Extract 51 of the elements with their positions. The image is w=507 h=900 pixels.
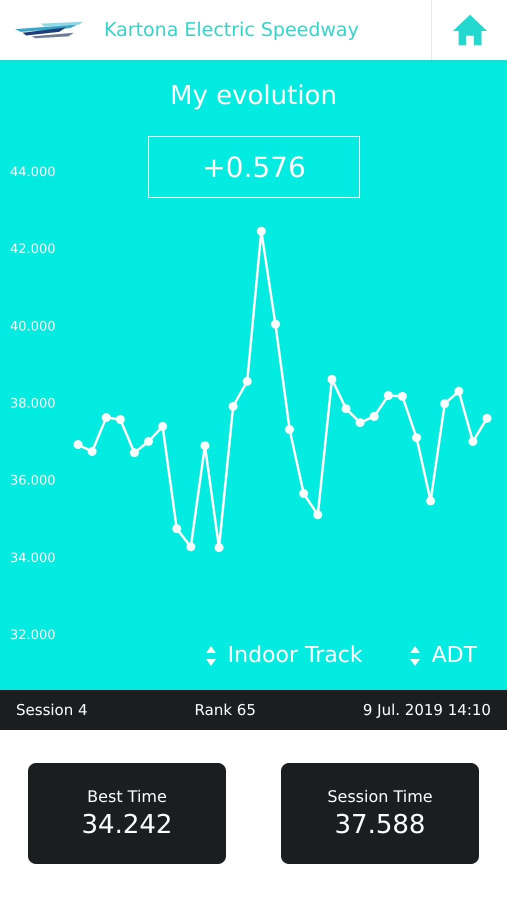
- data-point: [370, 412, 379, 421]
- data-point: [299, 489, 308, 498]
- data-point: [186, 542, 196, 552]
- data-point: [130, 448, 139, 458]
- sort-icon: [408, 644, 421, 666]
- card-label: Best Time: [87, 787, 167, 806]
- axis-tick-label: 36.000: [10, 474, 56, 489]
- axis-tick-label: 44.000: [10, 165, 56, 180]
- card-value: 34.242: [82, 810, 172, 840]
- data-point: [116, 414, 125, 424]
- data-point: [384, 391, 393, 400]
- axis-tick-label: 42.000: [10, 242, 56, 258]
- data-point: [440, 399, 450, 408]
- axis-tick-label: 32.000: [10, 628, 56, 643]
- data-point: [256, 226, 266, 236]
- session-label: Session 4: [16, 701, 88, 719]
- data-point: [144, 436, 154, 446]
- data-point: [398, 392, 407, 401]
- data-point: [341, 404, 350, 414]
- data-point: [102, 413, 111, 422]
- data-point: [214, 543, 224, 552]
- rank-label: Rank 65: [194, 701, 256, 719]
- data-point: [172, 524, 182, 534]
- delta-value: +0.576: [148, 136, 360, 198]
- filter-dropdown[interactable]: Indoor Track: [204, 643, 363, 668]
- data-point: [242, 376, 252, 386]
- data-point: [158, 422, 168, 431]
- data-point: [200, 441, 210, 450]
- data-point: [228, 402, 238, 411]
- panel-title: My evolution: [170, 81, 337, 111]
- data-point: [270, 320, 280, 329]
- data-point: [327, 374, 336, 384]
- track-title: Kartona Electric Speedway: [104, 19, 360, 41]
- axis-tick-label: 40.000: [10, 319, 56, 334]
- axis-tick-label: 34.000: [10, 550, 56, 566]
- card-label: Session Time: [327, 787, 433, 806]
- data-point: [412, 433, 421, 442]
- data-point: [356, 418, 365, 428]
- data-point: [468, 436, 478, 446]
- data-point: [285, 425, 294, 434]
- session-date: 9 Jul. 2019 14:10: [362, 701, 491, 719]
- sort-icon: [204, 644, 217, 666]
- data-point: [482, 414, 492, 423]
- data-point: [313, 510, 322, 520]
- data-point: [454, 386, 464, 396]
- card-value: 37.588: [334, 810, 426, 840]
- data-point: [74, 440, 82, 450]
- data-point: [426, 496, 436, 506]
- filter-dropdown[interactable]: ADT: [408, 643, 477, 668]
- data-point: [88, 447, 97, 456]
- axis-tick-label: 38.000: [10, 396, 56, 412]
